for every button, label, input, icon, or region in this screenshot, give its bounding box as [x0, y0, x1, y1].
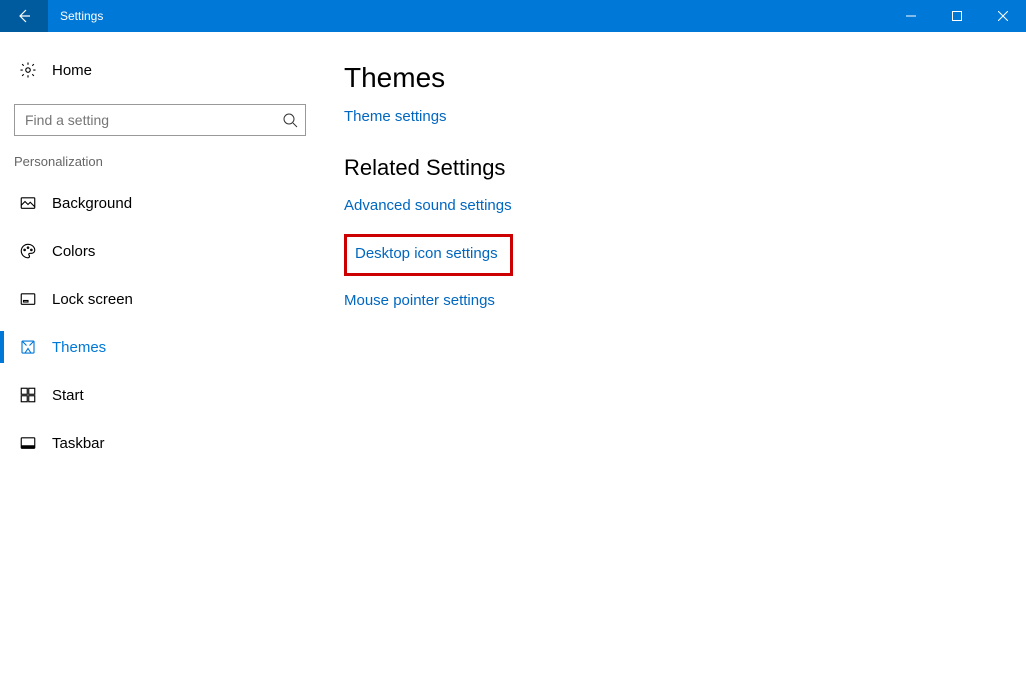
sidebar-item-background[interactable]: Background — [0, 179, 320, 227]
maximize-button[interactable] — [934, 0, 980, 32]
minimize-icon — [906, 11, 916, 21]
search-icon — [282, 112, 298, 128]
sidebar-section-label: Personalization — [0, 154, 320, 169]
highlight-box: Desktop icon settings — [344, 234, 513, 276]
taskbar-icon — [18, 433, 38, 453]
start-icon — [18, 385, 38, 405]
search-container — [14, 104, 306, 136]
close-button[interactable] — [980, 0, 1026, 32]
sidebar-item-lockscreen[interactable]: Lock screen — [0, 275, 320, 323]
themes-icon — [18, 337, 38, 357]
gear-icon — [18, 60, 38, 80]
window-controls — [888, 0, 1026, 32]
desktop-icon-settings-link[interactable]: Desktop icon settings — [355, 245, 498, 262]
sidebar: Home Personalization Background Colors — [0, 32, 320, 688]
sidebar-item-start[interactable]: Start — [0, 371, 320, 419]
picture-icon — [18, 193, 38, 213]
sidebar-nav: Background Colors Lock screen Themes — [0, 179, 320, 467]
sidebar-item-colors[interactable]: Colors — [0, 227, 320, 275]
page-heading: Themes — [344, 62, 1026, 94]
sidebar-home-label: Home — [52, 62, 92, 79]
window-title: Settings — [60, 9, 888, 23]
back-button[interactable] — [0, 0, 48, 32]
sidebar-item-label: Start — [52, 387, 84, 404]
content-area: Home Personalization Background Colors — [0, 32, 1026, 688]
sidebar-item-taskbar[interactable]: Taskbar — [0, 419, 320, 467]
arrow-left-icon — [16, 8, 32, 24]
lockscreen-icon — [18, 289, 38, 309]
sidebar-item-label: Background — [52, 195, 132, 212]
theme-settings-link[interactable]: Theme settings — [344, 108, 1026, 125]
search-input[interactable] — [14, 104, 306, 136]
sidebar-item-label: Colors — [52, 243, 95, 260]
main-panel: Themes Theme settings Related Settings A… — [320, 32, 1026, 688]
minimize-button[interactable] — [888, 0, 934, 32]
sidebar-item-label: Lock screen — [52, 291, 133, 308]
mouse-pointer-link[interactable]: Mouse pointer settings — [344, 292, 1026, 309]
sidebar-item-label: Taskbar — [52, 435, 105, 452]
title-bar: Settings — [0, 0, 1026, 32]
palette-icon — [18, 241, 38, 261]
advanced-sound-link[interactable]: Advanced sound settings — [344, 197, 1026, 214]
sidebar-home[interactable]: Home — [0, 50, 320, 90]
sidebar-item-themes[interactable]: Themes — [0, 323, 320, 371]
close-icon — [998, 11, 1008, 21]
sidebar-item-label: Themes — [52, 339, 106, 356]
maximize-icon — [952, 11, 962, 21]
related-heading: Related Settings — [344, 155, 1026, 181]
